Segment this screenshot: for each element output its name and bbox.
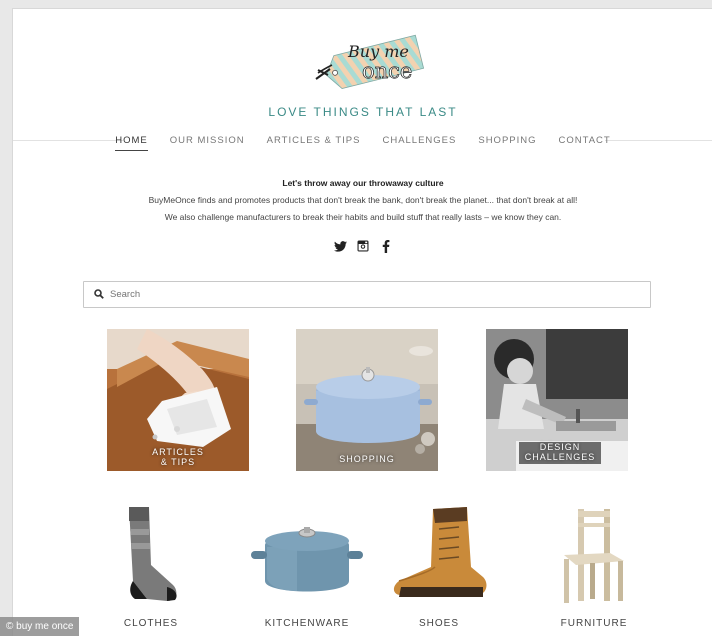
- tile-design-challenges[interactable]: DESIGN CHALLENGES: [486, 329, 628, 471]
- tile-shopping[interactable]: SHOPPING: [296, 329, 438, 471]
- instagram-icon[interactable]: [356, 239, 370, 253]
- tile-articles-caption: ARTICLES & TIPS: [152, 447, 204, 467]
- product-kitchenware-label: KITCHENWARE: [264, 618, 350, 629]
- nav-item-articles-tips[interactable]: ARTICLES & TIPS: [267, 133, 361, 151]
- intro-line-1: BuyMeOnce finds and promotes products th…: [148, 195, 578, 205]
- main-nav: HOME OUR MISSION ARTICLES & TIPS CHALLEN…: [13, 133, 712, 151]
- nav-item-challenges[interactable]: CHALLENGES: [382, 133, 456, 151]
- nav-item-shopping[interactable]: SHOPPING: [478, 133, 536, 151]
- search-bar[interactable]: [83, 281, 651, 308]
- tile-design-caption: DESIGN CHALLENGES: [524, 442, 596, 462]
- tile-articles-tips[interactable]: ARTICLES & TIPS: [107, 329, 249, 471]
- logo[interactable]: Buy me once: [308, 23, 438, 95]
- chair-image: [564, 509, 624, 603]
- product-furniture-label: FURNITURE: [560, 618, 628, 629]
- product-shoes-label: SHOES: [418, 618, 459, 629]
- twitter-icon[interactable]: [333, 239, 347, 253]
- tagline: LOVE THINGS THAT LAST: [268, 105, 458, 119]
- shopping-image: [296, 329, 438, 471]
- product-kitchenware[interactable]: KITCHENWARE: [237, 499, 377, 629]
- logo-tag-graphic: Buy me once: [315, 34, 425, 90]
- intro-line-2: We also challenge manufacturers to break…: [164, 212, 562, 222]
- boot-image: [393, 507, 487, 597]
- sock-image: [129, 507, 177, 601]
- watermark: © buy me once: [0, 617, 80, 636]
- product-shoes[interactable]: SHOES: [379, 499, 499, 629]
- intro-text: Let's throw away our throwaway culture B…: [13, 175, 712, 226]
- page: Buy me once LOVE THINGS THAT LAST HOME O…: [12, 8, 712, 636]
- intro-heading: Let's throw away our throwaway culture: [282, 178, 444, 188]
- product-clothes-label: CLOTHES: [123, 618, 179, 629]
- social-links: [13, 239, 712, 253]
- product-clothes[interactable]: CLOTHES: [91, 499, 211, 629]
- search-input[interactable]: [110, 289, 610, 300]
- logo-text-line2: once: [362, 59, 412, 83]
- nav-item-our-mission[interactable]: OUR MISSION: [170, 133, 245, 151]
- dutch-oven-image: [251, 527, 363, 592]
- search-icon: [94, 286, 104, 304]
- tile-shopping-caption: SHOPPING: [339, 454, 395, 464]
- facebook-icon[interactable]: [379, 239, 393, 253]
- nav-item-home[interactable]: HOME: [115, 133, 148, 151]
- nav-item-contact[interactable]: CONTACT: [559, 133, 611, 151]
- product-furniture[interactable]: FURNITURE: [534, 499, 654, 629]
